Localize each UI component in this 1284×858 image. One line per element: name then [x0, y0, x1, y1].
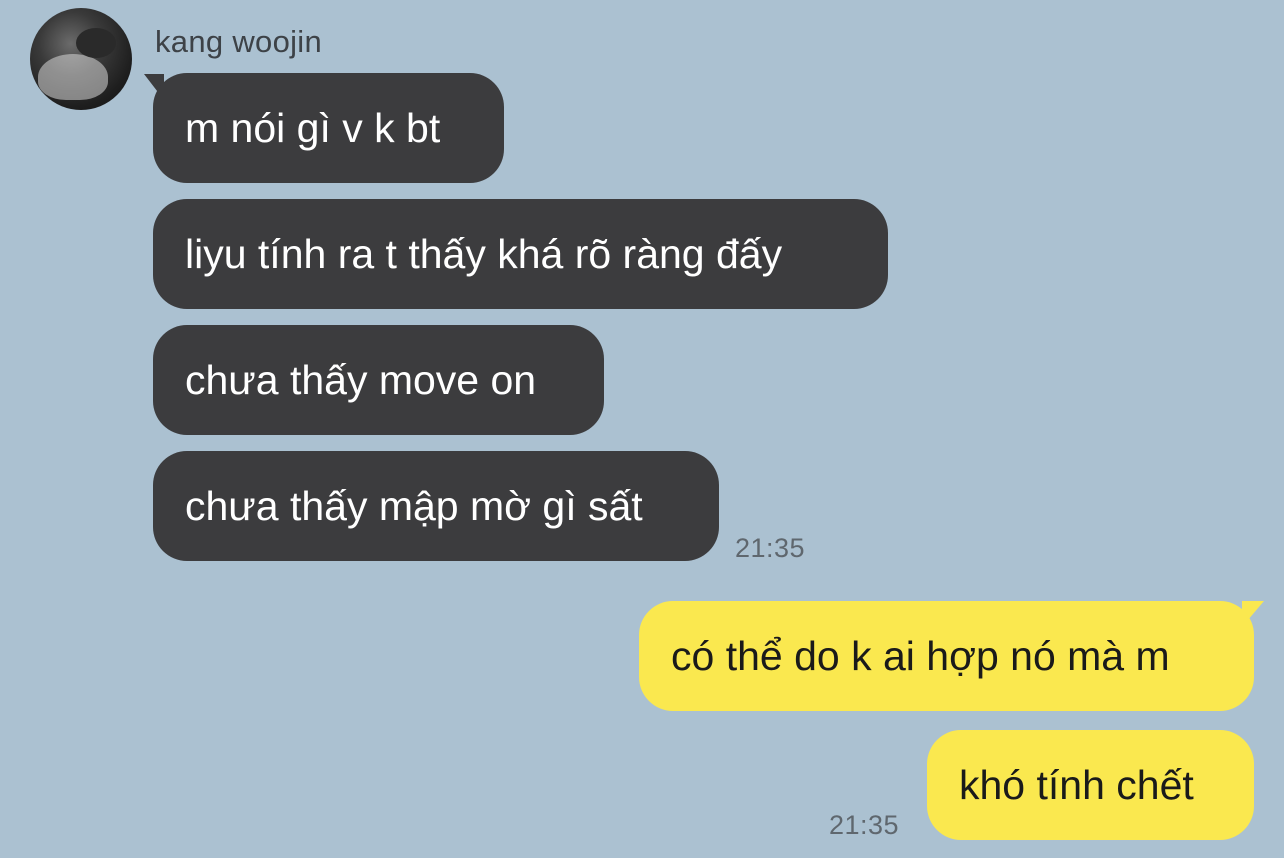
- incoming-message-1[interactable]: m nói gì v k bt: [153, 73, 504, 183]
- outgoing-message-2[interactable]: khó tính chết: [927, 730, 1254, 840]
- message-text: chưa thấy mập mờ gì sất: [185, 482, 643, 529]
- outgoing-timestamp: 21:35: [829, 810, 900, 840]
- contact-avatar[interactable]: [30, 8, 132, 110]
- message-text: liyu tính ra t thấy khá rõ ràng đấy: [185, 230, 783, 277]
- sender-name: kang woojin: [155, 24, 323, 59]
- outgoing-message-1[interactable]: có thể do k ai hợp nó mà m: [639, 601, 1254, 711]
- incoming-message-2[interactable]: liyu tính ra t thấy khá rõ ràng đấy: [153, 199, 888, 309]
- incoming-message-3[interactable]: chưa thấy move on: [153, 325, 604, 435]
- incoming-message-4[interactable]: chưa thấy mập mờ gì sất: [153, 451, 719, 561]
- message-text: chưa thấy move on: [185, 356, 537, 403]
- message-text: m nói gì v k bt: [185, 104, 441, 151]
- incoming-timestamp: 21:35: [735, 533, 806, 563]
- message-text: khó tính chết: [959, 761, 1194, 808]
- message-text: có thể do k ai hợp nó mà m: [671, 632, 1170, 679]
- chat-thread: kang woojin m nói gì v k bt liyu tính ra…: [0, 0, 1284, 858]
